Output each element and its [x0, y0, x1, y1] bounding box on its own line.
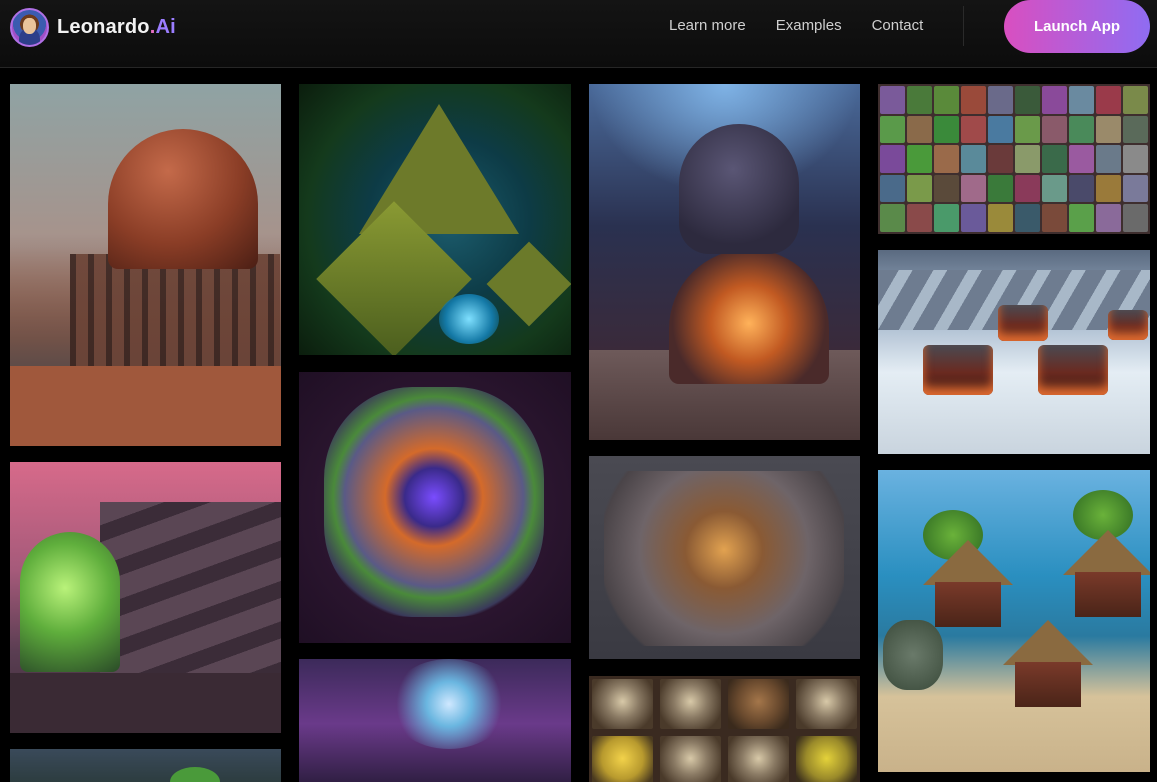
nav-divider [963, 6, 964, 46]
brand-logo-link[interactable]: Leonardo.Ai [10, 8, 176, 47]
purple-portal-image[interactable] [299, 659, 571, 782]
nav-contact[interactable]: Contact [872, 17, 924, 35]
launch-app-button[interactable]: Launch App [1004, 0, 1150, 53]
brand-avatar-icon [10, 8, 49, 47]
brand-name: Leonardo.Ai [57, 16, 176, 39]
site-header: Leonardo.Ai Learn more Examples Contact … [0, 0, 1157, 68]
nav-learn-more[interactable]: Learn more [669, 17, 746, 35]
scifi-pod-image[interactable] [589, 84, 860, 440]
factory-tanks-image[interactable] [10, 462, 281, 733]
lava-crater-image[interactable] [299, 372, 571, 643]
stone-ruins-image[interactable] [589, 456, 860, 659]
island-huts-image[interactable] [878, 470, 1150, 772]
brand-word: Leonardo [57, 16, 150, 38]
nav-examples[interactable]: Examples [776, 17, 842, 35]
character-grid-image[interactable] [878, 84, 1150, 234]
steampunk-dome-image[interactable] [10, 84, 281, 446]
brand-ai: Ai [155, 16, 176, 38]
jungle-pyramid-image[interactable] [299, 84, 571, 355]
cat-portraits-image[interactable] [589, 676, 860, 782]
top-nav: Learn more Examples Contact [669, 17, 953, 35]
green-creature-image[interactable] [10, 749, 281, 782]
snow-village-image[interactable] [878, 250, 1150, 454]
